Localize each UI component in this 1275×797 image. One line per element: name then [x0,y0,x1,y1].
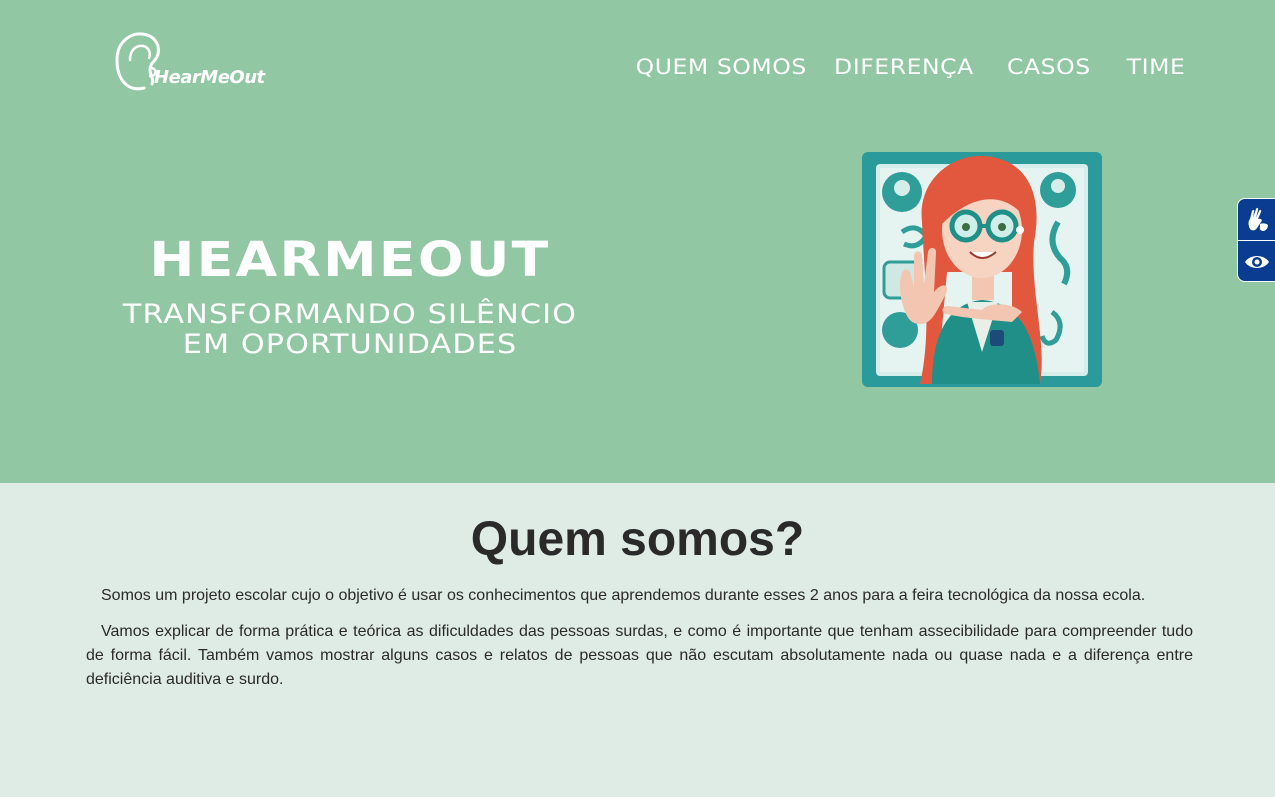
logo[interactable]: HearMeOut [114,32,265,100]
sign-language-icon [1248,207,1268,231]
nav-quem-somos[interactable]: QUEM SOMOS [636,55,807,79]
hero-section: HearMeOut QUEM SOMOS DIFERENÇA CASOS TIM… [0,0,1275,483]
hero-subtitle-line2: EM OPORTUNIDADES [182,329,518,360]
hero-subtitle-line1: TRANSFORMANDO SILÊNCIO [122,299,578,330]
ear-icon [115,32,160,91]
about-body: Somos um projeto escolar cujo o objetivo… [86,584,1193,704]
hero-title: HEARMEOUT [149,232,551,288]
main-nav: QUEM SOMOS DIFERENÇA CASOS TIME [636,55,1185,79]
nav-casos[interactable]: CASOS [1007,55,1091,79]
hero-illustration [862,152,1102,387]
about-paragraph-2: Vamos explicar de forma prática e teóric… [86,623,1193,688]
about-paragraph-1: Somos um projeto escolar cujo o objetivo… [101,587,1146,604]
accessibility-bar [1237,198,1275,282]
visual-accessibility-button[interactable] [1238,240,1275,282]
sign-language-button[interactable] [1238,199,1275,240]
nav-diferenca[interactable]: DIFERENÇA [834,55,974,79]
hero-subtitle: TRANSFORMANDO SILÊNCIO EM OPORTUNIDADES [14,300,686,360]
eye-icon [1245,255,1269,268]
nav-time[interactable]: TIME [1126,55,1185,79]
logo-text: HearMeOut [154,67,265,88]
about-title: Quem somos? [470,513,805,566]
